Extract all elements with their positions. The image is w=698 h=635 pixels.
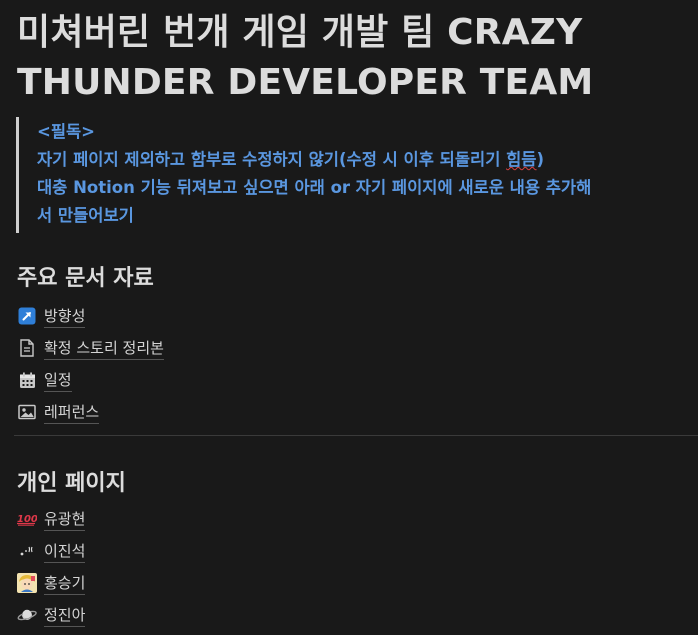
page-title[interactable]: 미쳐버린 번개 게임 개발 팀 CRAZY THUNDER DEVELOPER …	[17, 8, 697, 108]
page-link-jeong-jina[interactable]: 정진아	[17, 602, 86, 628]
notice-line-3: 서 만들어보기	[37, 206, 134, 225]
planet-icon	[17, 605, 37, 625]
notice-line-1-part-c: (수정 시 이후 되돌리기	[338, 150, 507, 169]
notice-line-1-part-e: )	[536, 150, 545, 169]
page-link-label: 유광현	[44, 508, 86, 531]
page-link-confirmed-story[interactable]: 확정 스토리 정리본	[17, 335, 164, 361]
page-link-schedule[interactable]: 일정	[17, 367, 72, 393]
section-heading-main-docs: 주요 문서 자료	[17, 266, 154, 291]
notice-heading: <필독>	[37, 122, 96, 141]
document-icon	[17, 338, 37, 358]
arrow-up-right-icon	[17, 306, 37, 326]
page-link-hong-seunggi[interactable]: 홍승기	[17, 570, 86, 596]
hundred-points-icon: 100	[17, 509, 37, 529]
notice-quote-block[interactable]: <필독> 자기 페이지 제외하고 함부로 수정하지 않기(수정 시 이후 되돌리…	[16, 117, 698, 233]
page-title-line2: THUNDER DEVELOPER TEAM	[17, 62, 594, 103]
divider	[14, 435, 698, 436]
page-link-reference[interactable]: 레퍼런스	[17, 399, 100, 425]
page-link-label: 레퍼런스	[44, 401, 100, 424]
page-link-label: 홍승기	[44, 572, 86, 595]
page-link-yoo-gwanghyun[interactable]: 100 유광현	[17, 506, 86, 532]
sparkle-icon	[17, 541, 37, 561]
notice-line-1-part-d: 힘듬	[506, 150, 537, 169]
page-link-lee-jinseok[interactable]: 이진석	[17, 538, 86, 564]
page-title-line1: 미쳐버린 번개 게임 개발 팀 CRAZY	[17, 12, 583, 53]
section-heading-personal: 개인 페이지	[17, 471, 126, 496]
page-link-label: 일정	[44, 369, 72, 392]
calendar-icon	[17, 370, 37, 390]
page-link-label: 이진석	[44, 540, 86, 563]
notice-line-1-part-a: 자기 페이지 제외하고 함부로 수정하지	[37, 150, 309, 169]
notice-line-1: 자기 페이지 제외하고 함부로 수정하지 않기(수정 시 이후 되돌리기 힘듬)	[37, 146, 544, 174]
page-link-label: 확정 스토리 정리본	[44, 337, 164, 360]
image-icon	[17, 402, 37, 422]
page-link-direction[interactable]: 방향성	[17, 303, 86, 329]
notice-line-2: 대충 Notion 기능 뒤져보고 싶으면 아래 or 자기 페이지에 새로운 …	[37, 178, 592, 197]
notion-page: 미쳐버린 번개 게임 개발 팀 CRAZY THUNDER DEVELOPER …	[0, 0, 698, 635]
character-icon	[17, 573, 37, 593]
notice-line-1-part-b: 않기	[308, 150, 339, 169]
page-link-label: 정진아	[44, 604, 86, 627]
page-link-label: 방향성	[44, 305, 86, 328]
